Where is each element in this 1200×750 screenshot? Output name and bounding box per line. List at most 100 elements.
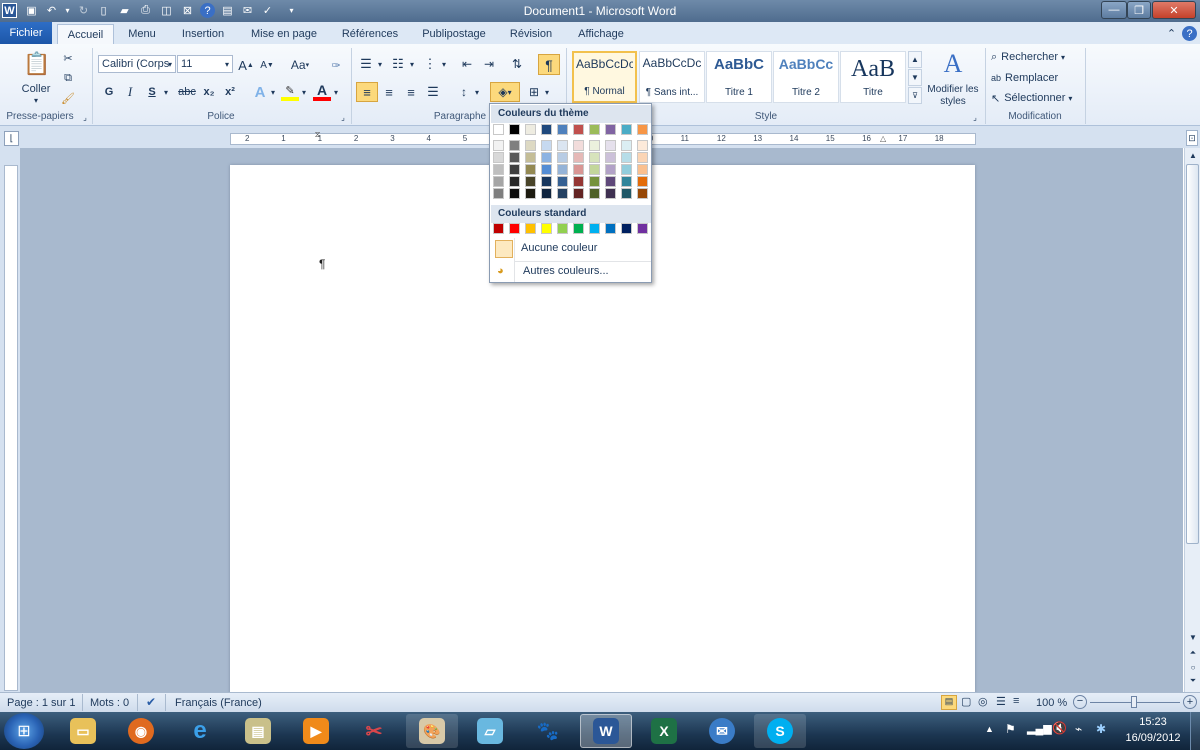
volume-muted-icon[interactable]: 🔇	[1052, 721, 1067, 735]
theme-color-swatch[interactable]	[541, 124, 552, 135]
bullets-icon[interactable]: ☰	[357, 55, 375, 73]
theme-shade-swatch[interactable]	[525, 164, 536, 175]
theme-shade-swatch[interactable]	[557, 152, 568, 163]
strikethrough-button[interactable]: abc	[176, 83, 198, 101]
change-case-button[interactable]: Aa ▾	[287, 56, 313, 74]
theme-shade-swatch[interactable]	[541, 152, 552, 163]
shrink-font-button[interactable]: A ▼	[258, 56, 276, 74]
tab-insertion[interactable]: Insertion	[172, 24, 234, 44]
theme-shade-swatch[interactable]	[573, 152, 584, 163]
styles-scroll-up-icon[interactable]: ▲	[908, 51, 922, 68]
line-spacing-icon[interactable]: ↕	[455, 82, 473, 102]
next-page-icon[interactable]: ⏷	[1186, 674, 1200, 688]
proofing-icon[interactable]: ✔	[146, 695, 156, 709]
theme-shade-swatch[interactable]	[525, 188, 536, 199]
close-button[interactable]: ✕	[1152, 1, 1196, 19]
zoom-slider-thumb[interactable]	[1131, 696, 1137, 708]
theme-shade-swatch[interactable]	[637, 176, 648, 187]
theme-shade-swatch[interactable]	[621, 188, 632, 199]
tab-accueil[interactable]: Accueil	[57, 24, 114, 44]
numbering-icon[interactable]: ☷	[389, 55, 407, 73]
print-icon[interactable]: ⎙	[138, 3, 153, 18]
superscript-button[interactable]: x²	[221, 83, 239, 101]
change-styles-icon[interactable]: A	[936, 48, 970, 80]
scroll-thumb[interactable]	[1186, 164, 1199, 544]
copy-icon[interactable]: ⧉	[60, 70, 76, 86]
theme-color-swatch[interactable]	[557, 124, 568, 135]
taskbar-files[interactable]: ▤	[232, 714, 284, 748]
justify-button[interactable]: ☰	[424, 82, 442, 102]
ribbon-help-icon[interactable]: ?	[1182, 26, 1197, 41]
clipboard-launcher-icon[interactable]: ⌟	[80, 112, 90, 122]
minimize-button[interactable]: —	[1101, 1, 1127, 19]
standard-color-swatch[interactable]	[573, 223, 584, 234]
theme-shade-swatch[interactable]	[493, 176, 504, 187]
print-preview-icon[interactable]: ◫	[159, 3, 174, 18]
standard-color-swatch[interactable]	[525, 223, 536, 234]
print-layout-view-icon[interactable]: ▤	[941, 695, 957, 710]
grow-font-button[interactable]: A ▲	[237, 56, 255, 74]
clock-time[interactable]: 15:23	[1130, 716, 1176, 728]
undo-icon[interactable]: ↶	[44, 3, 59, 18]
quick-print-icon[interactable]: ⊠	[180, 3, 195, 18]
theme-shade-swatch[interactable]	[493, 164, 504, 175]
theme-shade-swatch[interactable]	[525, 176, 536, 187]
tab-fichier[interactable]: Fichier	[0, 22, 52, 44]
underline-dropdown-icon[interactable]: ▾	[161, 83, 171, 101]
standard-color-swatch[interactable]	[589, 223, 600, 234]
theme-shade-swatch[interactable]	[509, 164, 520, 175]
align-left-button[interactable]: ≡	[356, 82, 378, 102]
redo-icon[interactable]: ↻	[76, 3, 91, 18]
paste-dropdown-icon[interactable]: ▾	[28, 95, 44, 105]
vertical-ruler[interactable]	[4, 165, 18, 691]
paste-button-label[interactable]: Coller	[14, 82, 58, 96]
standard-color-swatch[interactable]	[557, 223, 568, 234]
increase-indent-icon[interactable]: ⇥	[480, 55, 498, 73]
standard-color-swatch[interactable]	[605, 223, 616, 234]
email-icon[interactable]: ✉	[240, 3, 255, 18]
font-color-dropdown-icon[interactable]: ▾	[332, 83, 340, 101]
word-count[interactable]: Mots : 0	[90, 697, 129, 709]
language[interactable]: Français (France)	[175, 697, 262, 709]
theme-shade-swatch[interactable]	[509, 152, 520, 163]
style-no-spacing[interactable]: AaBbCcDc ¶ Sans int...	[639, 51, 705, 103]
highlight-icon[interactable]: ✎	[281, 83, 299, 101]
find-button[interactable]: ⌕ Rechercher ▾	[991, 49, 1087, 65]
taskbar-excel[interactable]: X	[638, 714, 690, 748]
network-signal-icon[interactable]: ▂▄▆	[1027, 722, 1052, 735]
theme-shade-swatch[interactable]	[557, 164, 568, 175]
spelling-icon[interactable]: ✓	[260, 3, 275, 18]
replace-button[interactable]: ab Remplacer	[991, 70, 1087, 86]
bullets-dropdown-icon[interactable]: ▾	[376, 55, 384, 73]
theme-shade-swatch[interactable]	[541, 164, 552, 175]
undo-dropdown-icon[interactable]: ▾	[60, 3, 75, 18]
theme-shade-swatch[interactable]	[557, 188, 568, 199]
theme-shade-swatch[interactable]	[509, 176, 520, 187]
theme-shade-swatch[interactable]	[493, 152, 504, 163]
decrease-indent-icon[interactable]: ⇤	[458, 55, 476, 73]
browse-object-icon[interactable]: ○	[1186, 660, 1200, 674]
underline-button[interactable]: S	[144, 83, 160, 101]
tab-publipostage[interactable]: Publipostage	[414, 24, 494, 44]
taskbar-thunderbird[interactable]: ✉	[696, 714, 748, 748]
theme-shade-swatch[interactable]	[573, 176, 584, 187]
standard-color-swatch[interactable]	[509, 223, 520, 234]
theme-shade-swatch[interactable]	[509, 140, 520, 151]
theme-shade-swatch[interactable]	[637, 188, 648, 199]
new-document-icon[interactable]: ▯	[96, 3, 111, 18]
zoom-level[interactable]: 100 %	[1036, 697, 1067, 709]
theme-shade-swatch[interactable]	[557, 140, 568, 151]
customize-quick-access-icon[interactable]: ▾	[284, 3, 299, 18]
select-button[interactable]: ↖ Sélectionner ▾	[991, 90, 1087, 106]
more-colors-item[interactable]: ◕ Autres couleurs...	[491, 261, 651, 283]
theme-shade-swatch[interactable]	[605, 152, 616, 163]
styles-scroll-down-icon[interactable]: ▼	[908, 69, 922, 86]
help-icon[interactable]: ?	[200, 3, 215, 18]
style-heading-1[interactable]: AaBbC Titre 1	[706, 51, 772, 103]
styles-more-icon[interactable]: ⊽	[908, 87, 922, 104]
usb-device-icon[interactable]: ⌁	[1075, 722, 1082, 736]
standard-color-swatch[interactable]	[621, 223, 632, 234]
theme-shade-swatch[interactable]	[605, 140, 616, 151]
show-desktop-button[interactable]	[1190, 712, 1200, 750]
text-effects-dropdown-icon[interactable]: ▾	[269, 83, 277, 101]
